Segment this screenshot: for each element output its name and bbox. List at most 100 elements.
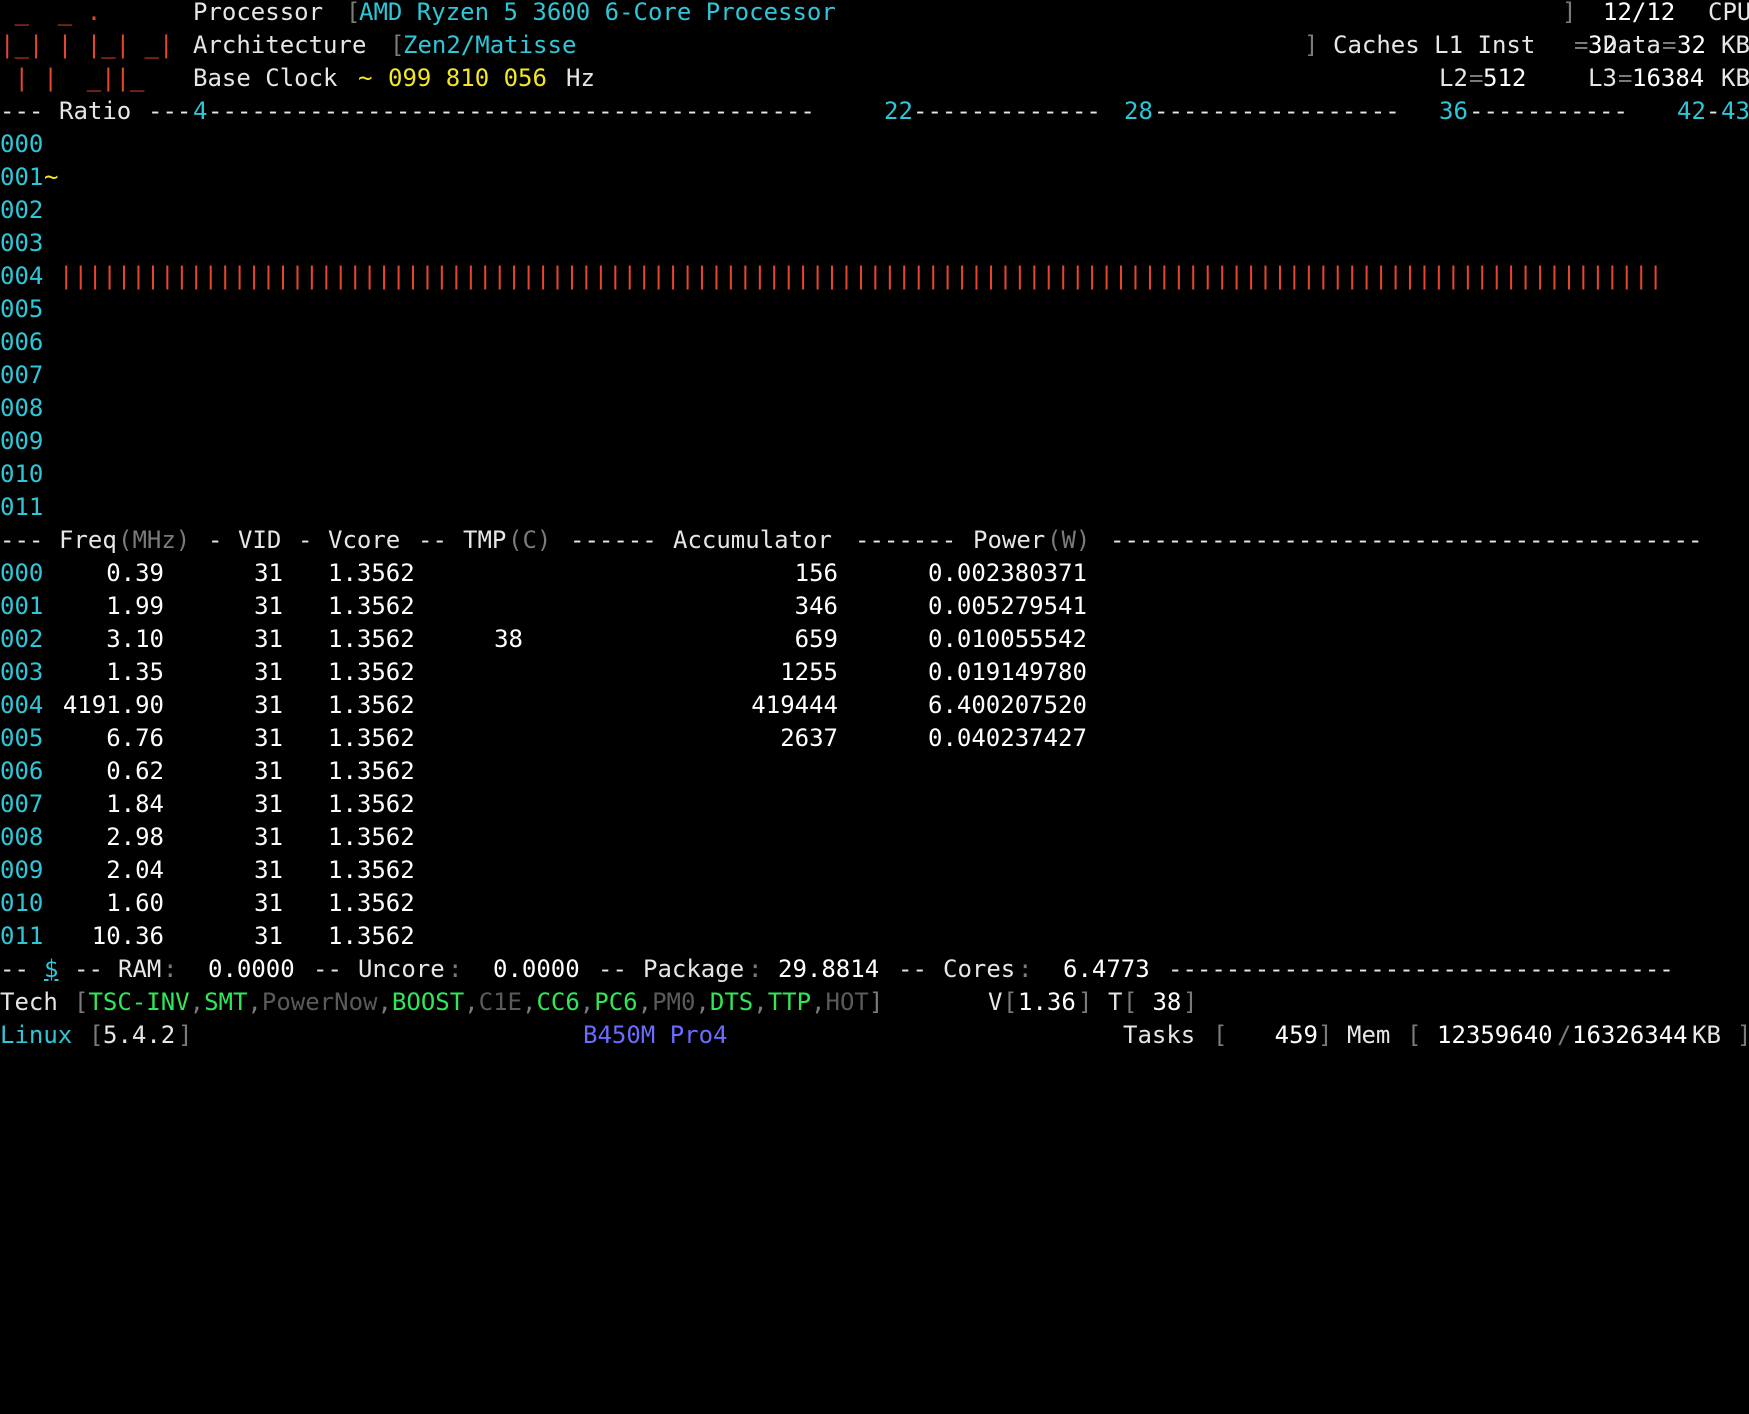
tech-flag: PM0 <box>652 988 696 1016</box>
ratio-row: 008 <box>0 392 1749 425</box>
tech-flag: TSC-INV <box>88 988 190 1016</box>
ratio-cpu-id: 004 <box>0 262 44 290</box>
architecture-label: Architecture <box>193 31 367 59</box>
l1-data-value: 32 <box>1677 31 1706 59</box>
ratio-cpu-id: 002 <box>0 196 44 224</box>
power-cell: 0.040237427 <box>928 724 1087 752</box>
table-row: 005 6.76 31 1.3562 2637 0.040237427 <box>0 722 1749 755</box>
cpu-id: 004 <box>0 691 44 719</box>
ratio-row: 001 ~ <box>0 161 1749 194</box>
data-label: Data <box>1603 31 1661 59</box>
power-cell: 0.005279541 <box>928 592 1087 620</box>
tech-flag: DTS <box>709 988 754 1016</box>
cpu-id: 011 <box>0 922 44 950</box>
freq-cell: 2.98 <box>106 823 164 851</box>
ratio-row: 011 <box>0 491 1749 524</box>
base-clock-value: 099 810 056 <box>388 64 547 92</box>
table-row: 002 3.10 31 1.3562 38 659 0.010055542 <box>0 623 1749 656</box>
logo-line-1: _ _ . <box>0 0 102 26</box>
table-row: 004 4191.90 31 1.3562 419444 6.400207520 <box>0 689 1749 722</box>
mem-total: 16326344 <box>1572 1021 1688 1049</box>
vid-cell: 31 <box>254 889 283 917</box>
vcore-cell: 1.3562 <box>328 922 415 950</box>
cpu-id: 001 <box>0 592 44 620</box>
vcore-cell: 1.3562 <box>328 559 415 587</box>
cpu-label: CPU <box>1708 0 1749 26</box>
l3-label: L3 <box>1588 64 1617 92</box>
ratio-header: --- Ratio --- 4 ------------------------… <box>0 95 1749 128</box>
header-baseclock-row: | | _||_ Base Clock ~ 099 810 056 Hz L2 … <box>0 62 1749 95</box>
ratio-cpu-id: 010 <box>0 460 44 488</box>
power-cell: 0.010055542 <box>928 625 1087 653</box>
mem-used: 12359640 <box>1437 1021 1553 1049</box>
freq-cell: 3.10 <box>106 625 164 653</box>
l3-value: 16384 <box>1632 64 1705 92</box>
uncore-value: 0.0000 <box>493 955 580 983</box>
os-name: Linux <box>0 1021 73 1049</box>
dollar-link[interactable]: $ <box>44 953 58 986</box>
ratio-cpu-id: 001 <box>0 163 44 191</box>
ratio-cpu-id: 003 <box>0 229 44 257</box>
processor-label: Processor <box>193 0 324 26</box>
vcore-cell: 1.3562 <box>328 823 415 851</box>
tech-flags: [TSC-INV,SMT,PowerNow,BOOST,C1E,CC6,PC6,… <box>74 988 884 1016</box>
header-architecture-row: |_| | |_| _| Architecture [ Zen2/Matisse… <box>0 29 1749 62</box>
cpu-id: 005 <box>0 724 44 752</box>
cpu-id: 003 <box>0 658 44 686</box>
power-cell: 0.019149780 <box>928 658 1087 686</box>
vcore-cell: 1.3562 <box>328 790 415 818</box>
kb-label-2: KB <box>1721 64 1749 92</box>
mem-label: Mem <box>1347 1021 1391 1049</box>
freq-cell: 1.99 <box>106 592 164 620</box>
ram-label: RAM <box>118 955 162 983</box>
package-label: Package <box>643 955 745 983</box>
tech-flag: PC6 <box>594 988 638 1016</box>
ratio-row: 000 <box>0 128 1749 161</box>
cores-label: Cores <box>943 955 1016 983</box>
logo-line-2: |_| | |_| _| <box>0 31 174 59</box>
kb-label-1: KB <box>1721 31 1749 59</box>
vid-cell: 31 <box>254 625 283 653</box>
accumulator-cell: 419444 <box>751 691 838 719</box>
hz-label: Hz <box>566 64 595 92</box>
status-row: Linux [ 5.4.2 ] B450M Pro4 Tasks [ 459 ]… <box>0 1019 1749 1052</box>
vcore-cell: 1.3562 <box>328 757 415 785</box>
vid-cell: 31 <box>254 592 283 620</box>
ratio-row: 010 <box>0 458 1749 491</box>
ratio-cpu-id: 011 <box>0 493 44 521</box>
tech-flag: BOOST <box>391 988 465 1016</box>
table-header: --- Freq (MHz) - VID - Vcore -- TMP (C) … <box>0 524 1749 557</box>
ratio-cpu-id: 006 <box>0 328 44 356</box>
tech-flag: HOT <box>825 988 869 1016</box>
power-cell: 0.002380371 <box>928 559 1087 587</box>
power-header: Power <box>973 526 1046 554</box>
ratio-cpu-id: 005 <box>0 295 44 323</box>
tasks-value: 459 <box>1274 1021 1318 1049</box>
freq-cell: 10.36 <box>91 922 164 950</box>
ratio-label: Ratio <box>59 97 132 125</box>
power-unit-header: (W) <box>1047 526 1091 554</box>
ratio-cpu-id: 008 <box>0 394 44 422</box>
vid-cell: 31 <box>254 856 283 884</box>
uncore-label: Uncore <box>358 955 445 983</box>
tmp-header: TMP <box>463 526 507 554</box>
vid-header: VID <box>238 526 282 554</box>
freq-cell: 4191.90 <box>62 691 164 719</box>
t-value: 38 <box>1138 988 1182 1016</box>
vcore-cell: 1.3562 <box>328 889 415 917</box>
freq-cell: 0.39 <box>106 559 164 587</box>
tech-flag: C1E <box>478 988 522 1016</box>
table-row: 003 1.35 31 1.3562 1255 0.019149780 <box>0 656 1749 689</box>
tech-row: Tech [TSC-INV,SMT,PowerNow,BOOST,C1E,CC6… <box>0 986 1749 1019</box>
cpu-id: 000 <box>0 559 44 587</box>
processor-name: AMD Ryzen 5 3600 6-Core Processor <box>359 0 836 26</box>
accumulator-cell: 346 <box>794 592 838 620</box>
ratio-tick-43: 43 <box>1721 97 1749 125</box>
vcore-cell: 1.3562 <box>328 625 415 653</box>
ratio-row: 003 <box>0 227 1749 260</box>
vid-cell: 31 <box>254 724 283 752</box>
header-processor-row: _ _ . Processor [ AMD Ryzen 5 3600 6-Cor… <box>0 0 1749 29</box>
freq-cell: 1.35 <box>106 658 164 686</box>
tmp-unit-header: (C) <box>508 526 552 554</box>
ram-value: 0.0000 <box>208 955 295 983</box>
